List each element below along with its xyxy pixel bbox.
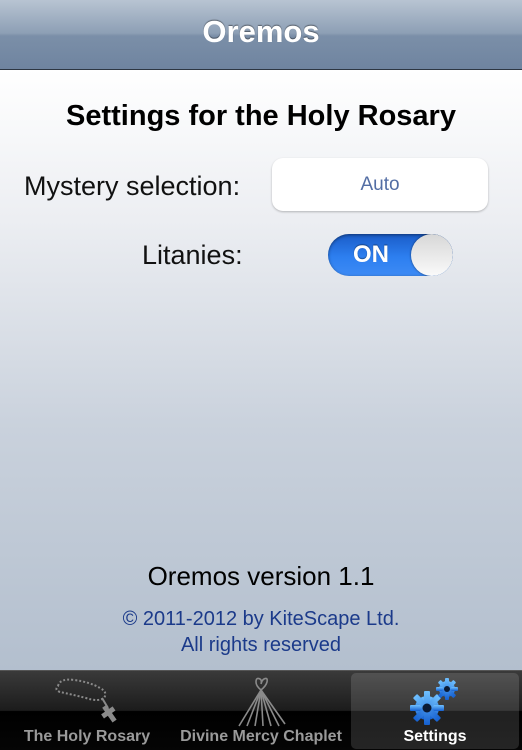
app-screen: Oremos Settings for the Holy Rosary Myst… xyxy=(0,0,522,750)
toggle-knob[interactable] xyxy=(411,234,453,276)
mystery-selection-label: Mystery selection: xyxy=(24,171,241,201)
litanies-toggle[interactable]: ON xyxy=(328,234,453,276)
tab-label: Settings xyxy=(403,728,467,745)
tab-holy-rosary[interactable]: The Holy Rosary xyxy=(0,673,174,749)
tab-bar: The Holy Rosary Divine Mercy Chaplet Set… xyxy=(0,670,522,750)
rights-line: All rights reserved xyxy=(180,634,342,656)
settings-content: Settings for the Holy Rosary Mystery sel… xyxy=(0,70,522,670)
tab-label: The Holy Rosary xyxy=(23,728,151,745)
tab-divine-mercy-chaplet[interactable]: Divine Mercy Chaplet xyxy=(174,673,348,749)
navigation-bar: Oremos xyxy=(0,0,522,70)
toggle-on-text: ON xyxy=(353,241,389,268)
copyright-text: © 2011-2012 by KiteScape Ltd. All rights… xyxy=(0,606,522,658)
divine-mercy-icon xyxy=(233,676,289,733)
litanies-label: Litanies: xyxy=(142,240,243,270)
tab-label: Divine Mercy Chaplet xyxy=(180,728,342,745)
nav-title: Oremos xyxy=(202,14,320,49)
copyright-line: © 2011-2012 by KiteScape Ltd. xyxy=(122,608,400,630)
section-title: Settings for the Holy Rosary xyxy=(66,100,456,132)
gears-icon xyxy=(407,676,463,733)
version-text: Oremos version 1.1 xyxy=(147,561,375,591)
mystery-selection-picker[interactable]: Auto xyxy=(272,158,488,211)
rosary-icon xyxy=(50,676,124,731)
tab-settings[interactable]: Settings xyxy=(351,673,519,749)
